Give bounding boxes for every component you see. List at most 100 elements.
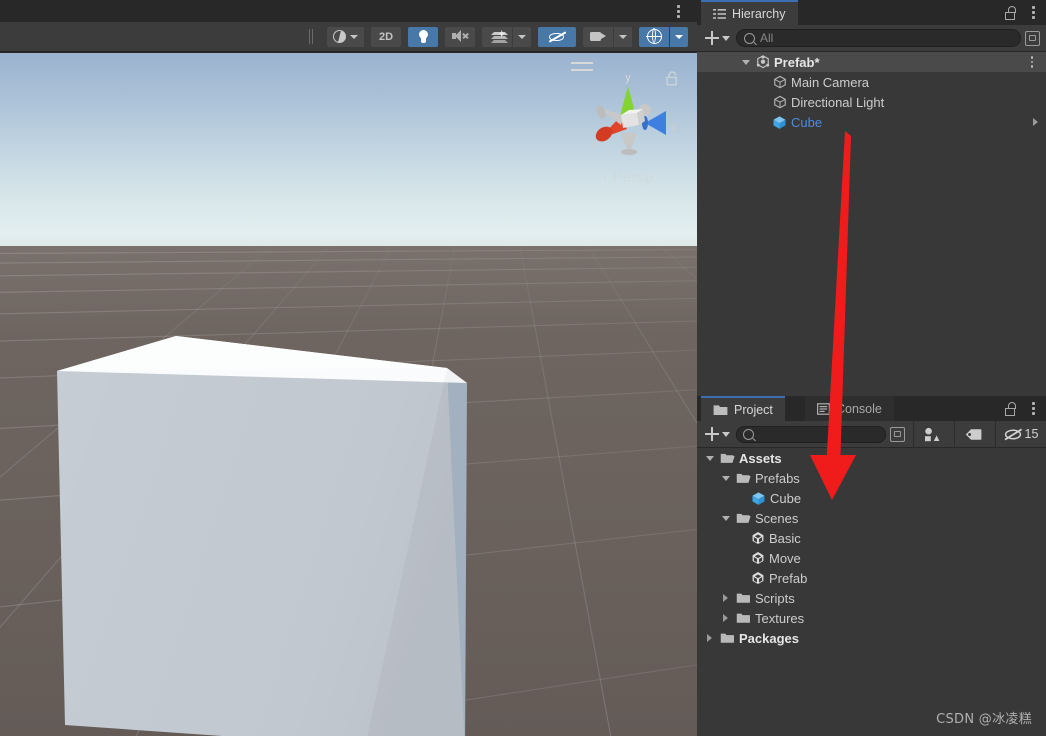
- hierarchy-search-placeholder: All: [760, 31, 773, 45]
- camera-dropdown-button[interactable]: [614, 27, 632, 47]
- twisty-collapsed-icon[interactable]: [719, 614, 732, 622]
- twisty-expanded-icon[interactable]: [703, 456, 716, 461]
- hierarchy-row-prefab[interactable]: Prefab*: [697, 52, 1046, 72]
- chevron-down-icon: [518, 35, 526, 39]
- unity-scene-icon: [751, 571, 765, 585]
- twod-toggle-group: 2D: [371, 27, 402, 47]
- project-row-move[interactable]: Move: [697, 548, 1046, 568]
- project-row-label: Scenes: [755, 511, 798, 526]
- hierarchy-row-label: Prefab*: [774, 55, 820, 70]
- kebab-menu-icon[interactable]: [1026, 55, 1038, 69]
- audio-toggle-button[interactable]: [445, 27, 475, 47]
- hierarchy-tree[interactable]: Prefab* Main Camera Directional Light: [697, 52, 1046, 384]
- project-row-label: Assets: [739, 451, 782, 466]
- tab-console[interactable]: Console: [805, 396, 894, 421]
- tab-console-label: Console: [836, 402, 882, 416]
- project-row-packages[interactable]: Packages: [697, 628, 1046, 648]
- kebab-menu-icon[interactable]: [670, 2, 686, 20]
- project-row-label: Cube: [770, 491, 801, 506]
- project-toolbar: 15: [697, 421, 1046, 448]
- hierarchy-row-directional-light[interactable]: Directional Light: [697, 92, 1046, 112]
- camera-icon: [590, 31, 606, 42]
- folder-icon: [736, 592, 751, 604]
- scene-view-titlebar: [0, 0, 697, 22]
- cube-prefab-icon: [751, 491, 766, 506]
- twisty-collapsed-icon[interactable]: [719, 594, 732, 602]
- hierarchy-toolbar: All: [697, 25, 1046, 52]
- project-header-actions: [1005, 396, 1040, 421]
- camera-projection-toggle[interactable]: ‹ Persp: [567, 169, 689, 186]
- effects-toggle-button[interactable]: ✦: [482, 27, 512, 47]
- project-row-textures[interactable]: Textures: [697, 608, 1046, 628]
- effects-group: ✦: [482, 27, 532, 47]
- create-gameobject-button[interactable]: [703, 31, 732, 45]
- filter-by-type-icon: [924, 427, 940, 442]
- scene-visibility-button[interactable]: [538, 27, 576, 47]
- kebab-menu-icon[interactable]: [1026, 5, 1040, 21]
- camera-settings-button[interactable]: [583, 27, 613, 47]
- hierarchy-row-label: Cube: [791, 115, 822, 130]
- watermark-label: CSDN @冰凌糕: [936, 708, 1032, 727]
- tab-hierarchy[interactable]: Hierarchy: [701, 0, 798, 25]
- hierarchy-row-main-camera[interactable]: Main Camera: [697, 72, 1046, 92]
- scene-viewport[interactable]: y z x ‹ Persp: [0, 53, 697, 736]
- shading-mode-button[interactable]: [327, 27, 364, 47]
- project-row-label: Prefab: [769, 571, 807, 586]
- project-row-label: Packages: [739, 631, 799, 646]
- gizmo-axis-x-label: x: [592, 139, 598, 151]
- gizmo-axis-y-label: y: [625, 72, 631, 84]
- twisty-expanded-icon[interactable]: [739, 60, 752, 65]
- plus-icon: [705, 427, 719, 441]
- lock-icon[interactable]: [1005, 402, 1017, 416]
- effects-icon: ✦: [490, 30, 505, 43]
- drag-handle-icon[interactable]: [309, 29, 319, 45]
- hierarchy-header-actions: [1005, 0, 1040, 25]
- gizmos-dropdown-button[interactable]: [670, 27, 688, 47]
- popout-icon[interactable]: [1025, 31, 1040, 46]
- hierarchy-row-cube[interactable]: Cube: [697, 112, 1046, 132]
- gizmos-toggle-button[interactable]: [639, 27, 669, 47]
- console-icon: [817, 403, 830, 415]
- twod-toggle-button[interactable]: 2D: [371, 27, 401, 47]
- hierarchy-search-input[interactable]: All: [736, 29, 1021, 47]
- filter-by-type-button[interactable]: [913, 421, 950, 448]
- folder-open-icon: [720, 452, 735, 464]
- project-row-scripts[interactable]: Scripts: [697, 588, 1046, 608]
- search-icon: [743, 429, 754, 440]
- twisty-expanded-icon[interactable]: [719, 476, 732, 481]
- plus-icon: [705, 31, 719, 45]
- project-row-cube[interactable]: Cube: [697, 488, 1046, 508]
- project-tree[interactable]: Assets Prefabs: [697, 448, 1046, 734]
- gizmos-globe-icon: [647, 29, 662, 44]
- project-row-basic[interactable]: Basic: [697, 528, 1046, 548]
- lighting-toggle-button[interactable]: [408, 27, 438, 47]
- twisty-expanded-icon[interactable]: [719, 516, 732, 521]
- project-panel: Project Console: [697, 396, 1046, 736]
- kebab-menu-icon[interactable]: [1026, 401, 1040, 417]
- effects-dropdown-button[interactable]: [513, 27, 531, 47]
- filter-by-label-icon: [965, 428, 982, 441]
- scene-visibility-group: [538, 27, 577, 47]
- prefab-icon: [756, 55, 770, 69]
- chevron-down-icon: [722, 432, 730, 437]
- hidden-objects-button[interactable]: 15: [995, 421, 1046, 448]
- filter-by-label-button[interactable]: [954, 421, 991, 448]
- project-row-assets[interactable]: Assets: [697, 448, 1046, 468]
- chevron-left-icon: ‹: [602, 170, 607, 186]
- chevron-right-icon[interactable]: [1033, 118, 1038, 126]
- create-asset-button[interactable]: [703, 427, 732, 441]
- project-row-prefabs[interactable]: Prefabs: [697, 468, 1046, 488]
- folder-open-icon: [736, 472, 751, 484]
- project-tabbar: Project Console: [697, 396, 1046, 421]
- lighting-toggle-group: [408, 27, 439, 47]
- project-row-prefab-scene[interactable]: Prefab: [697, 568, 1046, 588]
- project-search-input[interactable]: [736, 426, 886, 443]
- scene-orientation-gizmo[interactable]: y z x ‹ Persp: [563, 53, 693, 203]
- twisty-collapsed-icon[interactable]: [703, 634, 716, 642]
- tab-project[interactable]: Project: [701, 396, 785, 421]
- project-row-scenes[interactable]: Scenes: [697, 508, 1046, 528]
- project-row-label: Prefabs: [755, 471, 800, 486]
- hierarchy-row-label: Directional Light: [791, 95, 884, 110]
- lock-icon[interactable]: [1005, 6, 1017, 20]
- popout-icon[interactable]: [890, 427, 905, 442]
